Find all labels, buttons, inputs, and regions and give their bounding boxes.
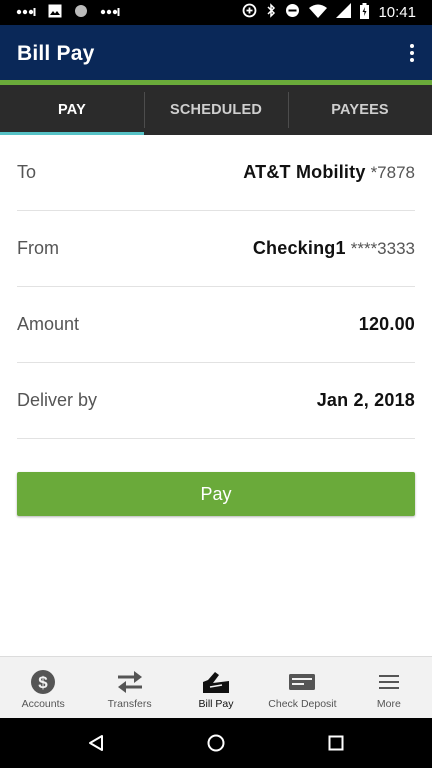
- from-value: Checking1 ****3333: [253, 238, 415, 259]
- status-time: 10:41: [378, 4, 416, 21]
- from-account-suffix: ****3333: [350, 239, 415, 258]
- tab-scheduled[interactable]: SCHEDULED: [144, 85, 288, 135]
- nav-bill-pay-label: Bill Pay: [198, 698, 234, 710]
- nav-accounts[interactable]: $ Accounts: [0, 657, 86, 718]
- overflow-dot: [410, 58, 414, 62]
- amount-field[interactable]: 120.00: [359, 314, 415, 334]
- image-icon: [48, 4, 62, 22]
- recents-icon[interactable]: [326, 733, 346, 753]
- do-not-disturb-icon: [285, 3, 300, 22]
- to-label: To: [17, 162, 37, 182]
- tab-pay[interactable]: PAY: [0, 85, 144, 135]
- system-nav-bar: [0, 718, 432, 768]
- payee-account-suffix: *7878: [370, 163, 415, 182]
- tab-bar: PAY SCHEDULED PAYEES: [0, 85, 432, 135]
- status-bar: 10:41: [0, 0, 432, 25]
- deliver-by-value: Jan 2, 2018: [317, 390, 415, 411]
- signal-dots-icon: [100, 4, 120, 21]
- payment-form: To AT&T Mobility *7878 From Checking1 **…: [0, 135, 432, 439]
- nav-transfers-label: Transfers: [107, 698, 152, 710]
- cell-signal-icon: [336, 3, 352, 22]
- transfer-arrows-icon: [115, 669, 145, 695]
- payee-name: AT&T Mobility: [243, 162, 366, 182]
- deliver-by-date[interactable]: Jan 2, 2018: [317, 390, 415, 410]
- overflow-dot: [410, 51, 414, 55]
- tab-payees[interactable]: PAYEES: [288, 85, 432, 135]
- page-title: Bill Pay: [17, 42, 95, 65]
- from-label: From: [17, 238, 59, 258]
- to-row[interactable]: To AT&T Mobility *7878: [17, 135, 415, 211]
- nav-check-deposit[interactable]: Check Deposit: [259, 657, 345, 718]
- wifi-icon: [309, 4, 328, 22]
- home-icon[interactable]: [206, 733, 226, 753]
- check-icon: [287, 669, 317, 695]
- amount-value: 120.00: [359, 314, 415, 335]
- data-saver-icon: [242, 3, 257, 22]
- battery-icon: [360, 2, 370, 23]
- nav-more[interactable]: More: [346, 657, 432, 718]
- dollar-circle-icon: $: [28, 669, 58, 695]
- nav-transfers[interactable]: Transfers: [86, 657, 172, 718]
- pay-button[interactable]: Pay: [17, 472, 415, 516]
- nav-check-deposit-label: Check Deposit: [268, 698, 337, 710]
- bluetooth-icon: [266, 3, 276, 22]
- from-account-name: Checking1: [252, 238, 346, 258]
- amount-row[interactable]: Amount 120.00: [17, 287, 415, 363]
- hamburger-menu-icon: [374, 669, 404, 695]
- deliver-by-row[interactable]: Deliver by Jan 2, 2018: [17, 363, 415, 439]
- signal-dots-icon: [16, 4, 36, 21]
- nav-more-label: More: [376, 698, 401, 710]
- overflow-menu-button[interactable]: [402, 39, 422, 67]
- overflow-dot: [410, 44, 414, 48]
- record-icon: [74, 4, 88, 22]
- svg-text:$: $: [38, 673, 48, 692]
- app-bar: Bill Pay: [0, 25, 432, 80]
- back-icon[interactable]: [86, 733, 106, 753]
- status-bar-left: [16, 4, 120, 21]
- deliver-by-label: Deliver by: [17, 390, 98, 410]
- nav-bill-pay[interactable]: Bill Pay: [173, 657, 259, 718]
- from-row[interactable]: From Checking1 ****3333: [17, 211, 415, 287]
- amount-label: Amount: [17, 314, 80, 334]
- status-bar-right: 10:41: [242, 2, 416, 23]
- bottom-nav: $ Accounts Transfers Bill Pay Check Depo…: [0, 656, 432, 718]
- bill-pay-icon: [201, 669, 231, 695]
- to-value: AT&T Mobility *7878: [243, 162, 415, 183]
- nav-accounts-label: Accounts: [21, 698, 65, 710]
